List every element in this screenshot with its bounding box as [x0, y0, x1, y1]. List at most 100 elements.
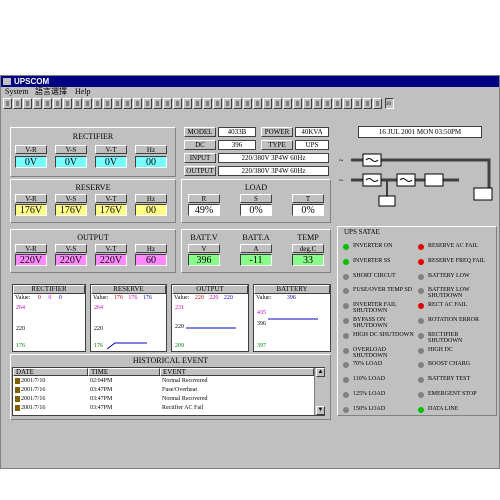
toolbar-button[interactable]: [73, 98, 82, 109]
power-label: POWER: [261, 127, 293, 137]
toolbar-button-icon: [226, 101, 229, 106]
model-value: 4033B: [218, 127, 256, 137]
table-row[interactable]: 2001/7/16 03:47PM Rectifier AC Fail: [13, 404, 314, 412]
toolbar-button[interactable]: [233, 98, 242, 109]
col-time[interactable]: TIME: [88, 368, 160, 376]
battery-label-mid: 396: [257, 321, 266, 327]
toolbar-button[interactable]: [343, 98, 352, 109]
toolbar-button[interactable]: [203, 98, 212, 109]
toolbar-button[interactable]: [183, 98, 192, 109]
status-led-icon: [343, 377, 349, 384]
battery-label-high: 435: [257, 310, 266, 316]
col-date[interactable]: DATE: [13, 368, 88, 376]
toolbar-button[interactable]: [293, 98, 302, 109]
reserve-v1: 176: [113, 295, 123, 301]
reserve-hz-label: Hz: [135, 194, 167, 203]
cell-date: 2001/7/16: [21, 405, 46, 411]
reserve-title: RESERVE: [75, 183, 111, 192]
rectifier-vt-value: 0V: [95, 156, 127, 168]
menu-system[interactable]: System: [5, 87, 29, 97]
status-led-icon: [343, 273, 349, 280]
toolbar-button[interactable]: [103, 98, 112, 109]
toolbar-button[interactable]: [253, 98, 262, 109]
rectifier-v1: 0: [37, 295, 41, 301]
toolbar-button[interactable]: [243, 98, 252, 109]
history-table: DATE TIME EVENT 2001/7/10 02:04PM Normal R…: [12, 367, 325, 416]
ups-status-panel: UPS SATAE INVERTER ON INVERTER SS SHORT CI…: [337, 226, 497, 416]
toolbar-button[interactable]: [213, 98, 222, 109]
load-icon: [473, 187, 493, 201]
history-scrollbar[interactable]: ▲ ▼: [314, 368, 325, 415]
status-led-icon: [343, 392, 349, 398]
toolbar-selected-button[interactable]: 30: [385, 98, 394, 109]
toolbar-button[interactable]: [63, 98, 72, 109]
status-led-icon: [418, 347, 424, 354]
toolbar-button[interactable]: [143, 98, 152, 109]
toolbar-button-icon: [256, 101, 259, 106]
status-label: BATTERY TEST: [428, 376, 471, 383]
toolbar-button[interactable]: [193, 98, 202, 109]
toolbar-button[interactable]: [173, 98, 182, 109]
battery-icon: [378, 195, 396, 207]
battery-v1: 396: [286, 295, 296, 301]
toolbar-button[interactable]: [273, 98, 282, 109]
col-event[interactable]: EVENT: [160, 368, 314, 376]
status-label: 125% LOAD: [353, 391, 386, 397]
reserve-panel: RESERVE V-R V-S V-T Hz 176V 176V 176V 00: [10, 179, 176, 223]
toolbar-button[interactable]: [313, 98, 322, 109]
toolbar-button[interactable]: [43, 98, 52, 109]
output-chart-values: Value: 220 220 220: [174, 295, 233, 301]
reserve-v3: 176: [142, 295, 152, 301]
toolbar-button[interactable]: [303, 98, 312, 109]
table-row[interactable]: 2001/7/16 03:47PM Fuse/Overheat: [13, 386, 314, 394]
toolbar-button[interactable]: [373, 98, 382, 109]
toolbar-button-icon: [26, 101, 29, 106]
toolbar-button[interactable]: [333, 98, 342, 109]
table-row[interactable]: 2001/7/16 03:47PM Normal Recovered: [13, 395, 314, 403]
toolbar-button[interactable]: [53, 98, 62, 109]
toolbar-selected-label: 30: [386, 102, 391, 107]
toolbar-button[interactable]: [223, 98, 232, 109]
toolbar-button[interactable]: [323, 98, 332, 109]
status-label: ROTATION ERROR: [428, 317, 480, 323]
toolbar-button[interactable]: [133, 98, 142, 109]
reserve-label-mid: 220: [94, 326, 103, 332]
table-row[interactable]: 2001/7/10 02:04PM Normal Recovered: [13, 377, 314, 385]
toolbar-button[interactable]: [283, 98, 292, 109]
status-led-icon: [418, 377, 424, 384]
reserve-values-label: Value:: [93, 295, 109, 301]
toolbar-button[interactable]: [3, 98, 12, 109]
reserve-chart-title: RESERVE: [91, 285, 166, 294]
status-label: 150% LOAD: [353, 405, 386, 412]
menu-language[interactable]: 語言選擇: [35, 87, 67, 97]
status-label: BATTERY LOW: [428, 272, 470, 279]
scroll-up-icon[interactable]: ▲: [316, 368, 325, 377]
toolbar-button[interactable]: [123, 98, 132, 109]
toolbar-button[interactable]: [13, 98, 22, 109]
temp-value: 33: [292, 254, 324, 266]
menu-help[interactable]: Help: [75, 87, 91, 97]
toolbar-button[interactable]: [163, 98, 172, 109]
toolbar-button[interactable]: [153, 98, 162, 109]
status-led-icon: [343, 288, 349, 295]
toolbar-button[interactable]: [353, 98, 362, 109]
toolbar-button[interactable]: [23, 98, 32, 109]
cell-date: 2001/7/16: [21, 396, 46, 402]
toolbar-button[interactable]: [113, 98, 122, 109]
rectifier-chart-title: RECTIFIER: [13, 285, 85, 294]
toolbar-button[interactable]: [93, 98, 102, 109]
toolbar-button-icon: [266, 101, 269, 106]
input-value: 220/380V 3P4W 60Hz: [218, 153, 329, 163]
toolbar-button[interactable]: [363, 98, 372, 109]
toolbar-button[interactable]: [263, 98, 272, 109]
status-led-icon: [343, 332, 349, 339]
toolbar-button[interactable]: [33, 98, 42, 109]
status-led-icon: [343, 347, 349, 354]
reserve-vr-value: 176V: [15, 204, 47, 216]
toolbar-button[interactable]: [83, 98, 92, 109]
scroll-down-icon[interactable]: ▼: [316, 406, 325, 415]
event-icon: [15, 378, 20, 384]
status-label: INVERTER SS: [353, 257, 391, 264]
model-label: MODEL: [184, 127, 216, 137]
app-window: UPSCOM System 語言選擇 Help 30 RECTIFIER V-R…: [0, 75, 500, 469]
